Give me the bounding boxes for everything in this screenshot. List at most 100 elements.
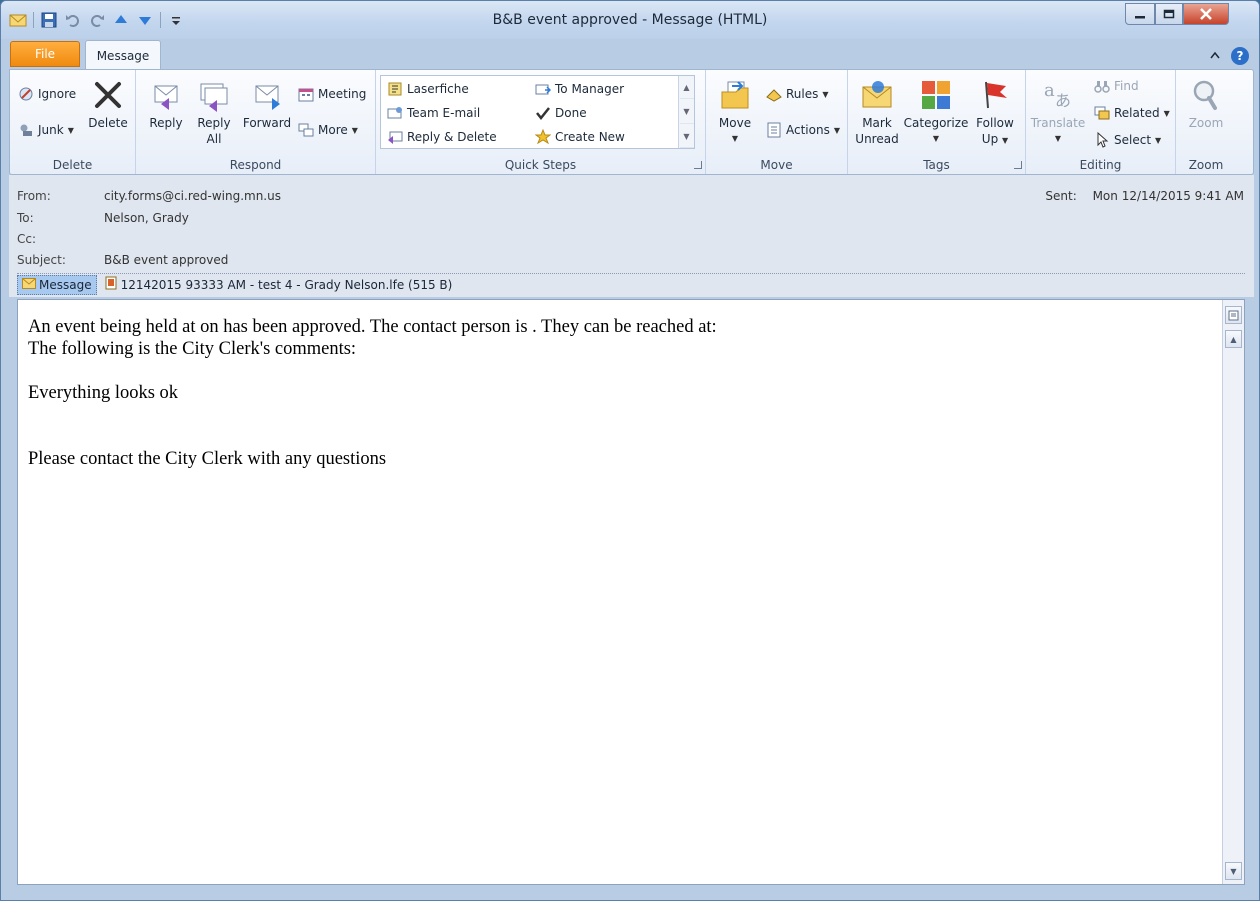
sent-value: Mon 12/14/2015 9:41 AM: [1092, 189, 1244, 203]
quick-step-create-new[interactable]: Create New: [534, 128, 625, 145]
from-label: From:: [17, 189, 51, 203]
tab-message[interactable]: Message: [85, 40, 161, 70]
minimize-ribbon-icon[interactable]: [1209, 49, 1221, 63]
help-area: ?: [1209, 47, 1249, 65]
close-button[interactable]: [1183, 3, 1229, 25]
create-new-icon: [534, 128, 552, 145]
actions-icon: [766, 122, 782, 138]
cc-label: Cc:: [17, 232, 37, 246]
minimize-button[interactable]: [1125, 3, 1155, 25]
group-label-respond: Respond: [229, 158, 282, 172]
message-tab-label: Message: [39, 277, 92, 292]
ribbon-tabs: File Message ?: [1, 39, 1259, 70]
maximize-button[interactable]: [1155, 3, 1183, 25]
meeting-button[interactable]: Meeting: [298, 86, 366, 102]
translate-icon: aあ: [1041, 78, 1075, 112]
group-label-quick-steps: Quick Steps: [504, 158, 577, 172]
find-button[interactable]: Find: [1094, 78, 1139, 94]
reply-button[interactable]: Reply: [144, 78, 188, 131]
vertical-scrollbar[interactable]: ▲ ▼: [1222, 300, 1244, 884]
quick-step-label: To Manager: [555, 82, 625, 96]
group-label-delete: Delete: [52, 158, 93, 172]
related-button[interactable]: Related ▼: [1094, 105, 1170, 121]
quick-steps-more-icon[interactable]: ▼: [679, 125, 694, 148]
svg-text:あ: あ: [1055, 91, 1071, 110]
from-value[interactable]: city.forms@ci.red-wing.mn.us: [104, 189, 281, 203]
more-respond-button[interactable]: More ▼: [298, 122, 358, 138]
group-quick-steps: Laserfiche To Manager Team E-mail Done R…: [376, 70, 706, 174]
move-button[interactable]: Move ▼: [712, 78, 758, 147]
junk-button[interactable]: Junk ▼: [18, 122, 74, 138]
message-body-frame[interactable]: An event being held at on has been appro…: [17, 299, 1245, 885]
quick-step-reply-delete[interactable]: Reply & Delete: [387, 129, 497, 145]
group-editing: aあ Translate ▼ Find Related ▼ Select ▼ E…: [1026, 70, 1176, 174]
svg-text:a: a: [1044, 80, 1055, 101]
rules-icon: [766, 86, 782, 102]
delete-label: Delete: [88, 116, 128, 130]
sent-info: Sent: Mon 12/14/2015 9:41 AM: [1045, 189, 1244, 203]
page-icon[interactable]: [1225, 306, 1242, 324]
quick-step-team-email[interactable]: Team E-mail: [387, 105, 480, 121]
title-separator: -: [642, 12, 648, 28]
quick-steps-up-icon[interactable]: ▲: [679, 76, 694, 99]
more-label: More: [318, 123, 348, 137]
categorize-icon: [919, 78, 953, 112]
quick-step-done[interactable]: Done: [535, 105, 587, 121]
group-label-tags: Tags: [923, 158, 950, 172]
scroll-down-icon[interactable]: ▼: [1225, 862, 1242, 880]
quick-steps-down-icon[interactable]: ▼: [679, 101, 694, 124]
quick-step-label: Done: [555, 106, 587, 120]
find-label: Find: [1114, 79, 1139, 93]
body-line: The following is the City Clerk's commen…: [28, 339, 357, 359]
ignore-button[interactable]: Ignore: [18, 86, 76, 102]
reply-all-button[interactable]: Reply All: [192, 78, 236, 147]
select-label: Select: [1114, 133, 1152, 147]
ignore-icon: [18, 86, 34, 102]
follow-up-button[interactable]: Follow Up ▼: [972, 78, 1018, 149]
lfe-file-icon: [105, 276, 117, 293]
quick-steps-gallery: Laserfiche To Manager Team E-mail Done R…: [380, 75, 695, 149]
zoom-button[interactable]: Zoom: [1182, 78, 1230, 131]
magnifier-icon: [1189, 78, 1223, 112]
group-label-editing: Editing: [1079, 158, 1122, 172]
to-value[interactable]: Nelson, Grady: [104, 211, 189, 225]
select-button[interactable]: Select ▼: [1094, 131, 1162, 148]
ribbon: Ignore Junk ▼ Delete Delete Reply Reply: [9, 69, 1254, 175]
tab-file[interactable]: File: [10, 41, 80, 67]
help-icon[interactable]: ?: [1231, 47, 1249, 65]
title-format: Message (HTML): [651, 12, 768, 28]
to-manager-icon: [535, 81, 552, 97]
reply-delete-icon: [387, 129, 403, 145]
mark-unread-label-1: Mark: [862, 116, 892, 130]
actions-button[interactable]: Actions ▼: [766, 122, 840, 138]
sent-label: Sent:: [1045, 189, 1077, 203]
mark-unread-icon: [860, 78, 894, 112]
quick-step-laserfiche[interactable]: Laserfiche: [387, 81, 469, 97]
window-title: B&B event approved - Message (HTML): [1, 12, 1259, 28]
quick-step-to-manager[interactable]: To Manager: [535, 81, 624, 97]
reply-all-icon: [197, 78, 231, 112]
reply-all-label-2: All: [206, 132, 222, 146]
translate-button[interactable]: aあ Translate ▼: [1028, 78, 1088, 147]
rules-button[interactable]: Rules ▼: [766, 86, 829, 102]
group-zoom: Zoom Zoom: [1176, 70, 1236, 174]
group-label-zoom: Zoom: [1188, 158, 1224, 172]
message-subject-title: B&B event approved: [492, 12, 638, 28]
forward-button[interactable]: Forward: [240, 78, 294, 131]
forward-label: Forward: [242, 116, 292, 130]
quick-steps-scroll: ▲ ▼ ▼: [678, 76, 694, 148]
reply-all-label-1: Reply: [197, 116, 231, 130]
message-body: An event being held at on has been appro…: [28, 316, 1214, 470]
subject-label: Subject:: [17, 253, 66, 267]
scroll-up-icon[interactable]: ▲: [1225, 330, 1242, 348]
body-line: Everything looks ok: [28, 383, 179, 403]
chevron-down-icon: ▼: [1155, 135, 1162, 145]
delete-button[interactable]: Delete: [86, 78, 130, 131]
attachment-file[interactable]: 12142015 93333 AM - test 4 - Grady Nelso…: [105, 276, 452, 293]
message-attachment-tab[interactable]: Message: [17, 274, 97, 295]
title-bar: B&B event approved - Message (HTML): [1, 1, 1259, 39]
categorize-button[interactable]: Categorize ▼: [904, 78, 968, 147]
mark-unread-button[interactable]: Mark Unread: [852, 78, 902, 147]
zoom-label: Zoom: [1188, 116, 1224, 130]
